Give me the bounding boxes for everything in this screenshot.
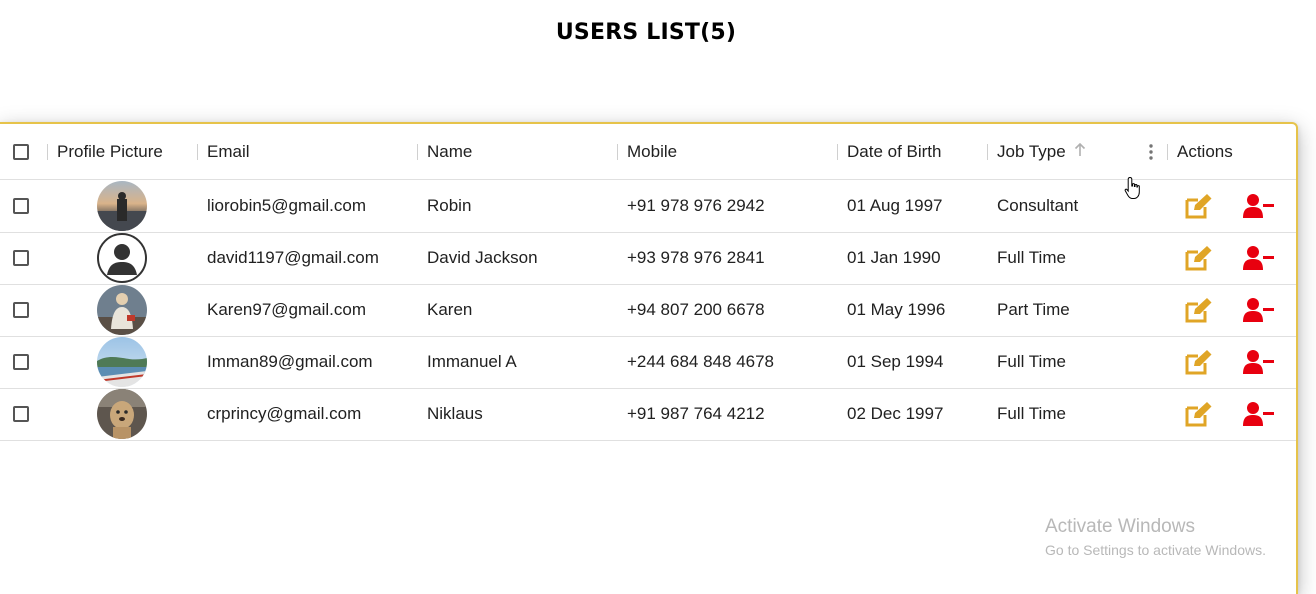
email-cell: david1197@gmail.com: [207, 248, 379, 267]
column-header-mobile[interactable]: Mobile: [627, 124, 677, 179]
avatar-cell: [97, 180, 147, 232]
dob-cell: 01 Jan 1990: [847, 248, 941, 267]
edit-icon[interactable]: [1184, 388, 1213, 440]
job-type-cell: Full Time: [997, 352, 1066, 371]
watermark-title: Activate Windows: [1045, 516, 1195, 537]
dob-cell: 02 Dec 1997: [847, 404, 944, 423]
table-row[interactable]: david1197@gmail.com David Jackson +93 97…: [0, 232, 1296, 285]
job-type-cell: Full Time: [997, 404, 1066, 423]
edit-icon[interactable]: [1184, 336, 1213, 388]
row-checkbox-cell[interactable]: [13, 388, 29, 440]
avatar-cell: [97, 284, 147, 336]
table-header-row: Profile Picture Email Name Mobile Date o…: [0, 124, 1296, 180]
table-row[interactable]: Imman89@gmail.com Immanuel A +244 684 84…: [0, 336, 1296, 389]
column-header-job-type-label: Job Type: [997, 141, 1066, 161]
watermark-subtitle: Go to Settings to activate Windows.: [1045, 542, 1266, 558]
select-all-checkbox-cell[interactable]: [13, 124, 29, 179]
dob-cell: 01 Sep 1994: [847, 352, 944, 371]
email-cell: Imman89@gmail.com: [207, 352, 373, 371]
column-header-actions: Actions: [1177, 141, 1233, 161]
column-separator[interactable]: [617, 144, 618, 160]
column-menu-icon[interactable]: [1146, 143, 1156, 161]
column-separator[interactable]: [47, 144, 48, 160]
name-cell: Immanuel A: [427, 352, 517, 371]
avatar: [97, 337, 147, 387]
email-cell: liorobin5@gmail.com: [207, 196, 366, 215]
edit-icon[interactable]: [1184, 180, 1213, 232]
remove-user-icon[interactable]: [1243, 180, 1275, 232]
name-cell: Karen: [427, 300, 473, 319]
mobile-cell: +91 978 976 2942: [627, 196, 765, 215]
remove-user-icon[interactable]: [1243, 232, 1275, 284]
column-header-name[interactable]: Name: [427, 124, 472, 179]
name-cell: David Jackson: [427, 248, 538, 267]
row-checkbox[interactable]: [13, 302, 29, 318]
avatar-cell: [97, 232, 147, 284]
dob-cell: 01 Aug 1997: [847, 196, 943, 215]
job-type-cell: Full Time: [997, 248, 1066, 267]
row-checkbox-cell[interactable]: [13, 336, 29, 388]
row-checkbox-cell[interactable]: [13, 180, 29, 232]
edit-icon[interactable]: [1184, 232, 1213, 284]
page-title: USERS LIST(5): [555, 20, 737, 45]
mobile-cell: +94 807 200 6678: [627, 300, 765, 319]
mobile-cell: +91 987 764 4212: [627, 404, 765, 423]
row-checkbox-cell[interactable]: [13, 284, 29, 336]
remove-user-icon[interactable]: [1243, 284, 1275, 336]
name-cell: Niklaus: [427, 404, 483, 423]
edit-icon[interactable]: [1184, 284, 1213, 336]
job-type-cell: Part Time: [997, 300, 1070, 319]
row-checkbox[interactable]: [13, 406, 29, 422]
column-separator[interactable]: [417, 144, 418, 160]
email-cell: crprincy@gmail.com: [207, 404, 362, 423]
avatar-cell: [97, 336, 147, 388]
row-checkbox[interactable]: [13, 354, 29, 370]
column-separator[interactable]: [197, 144, 198, 160]
column-header-job-type[interactable]: Job Type: [997, 124, 1086, 179]
row-checkbox[interactable]: [13, 198, 29, 214]
mobile-cell: +244 684 848 4678: [627, 352, 775, 371]
name-cell: Robin: [427, 196, 472, 215]
table-row[interactable]: liorobin5@gmail.com Robin +91 978 976 29…: [0, 180, 1296, 233]
activate-windows-watermark: Activate Windows Go to Settings to activ…: [1045, 516, 1266, 558]
arrow-up-icon[interactable]: [1074, 142, 1086, 161]
default-user-avatar-icon: [97, 233, 147, 283]
email-cell: Karen97@gmail.com: [207, 300, 366, 319]
select-all-checkbox[interactable]: [13, 143, 29, 160]
avatar-cell: [97, 388, 147, 440]
avatar: [97, 389, 147, 439]
column-header-email[interactable]: Email: [207, 124, 250, 179]
remove-user-icon[interactable]: [1243, 388, 1275, 440]
column-header-profile-picture[interactable]: Profile Picture: [57, 124, 163, 179]
job-type-cell: Consultant: [997, 196, 1079, 215]
dob-cell: 01 May 1996: [847, 300, 946, 319]
table-row[interactable]: Karen97@gmail.com Karen +94 807 200 6678…: [0, 284, 1296, 337]
row-checkbox-cell[interactable]: [13, 232, 29, 284]
column-separator[interactable]: [1167, 144, 1168, 160]
mobile-cell: +93 978 976 2841: [627, 248, 765, 267]
column-separator[interactable]: [837, 144, 838, 160]
row-checkbox[interactable]: [13, 250, 29, 266]
hand-cursor-icon: [1124, 176, 1142, 205]
column-header-date-of-birth[interactable]: Date of Birth: [847, 124, 942, 179]
column-separator[interactable]: [987, 144, 988, 160]
remove-user-icon[interactable]: [1243, 336, 1275, 388]
table-row[interactable]: crprincy@gmail.com Niklaus +91 987 764 4…: [0, 388, 1296, 441]
avatar: [97, 285, 147, 335]
avatar: [97, 181, 147, 231]
